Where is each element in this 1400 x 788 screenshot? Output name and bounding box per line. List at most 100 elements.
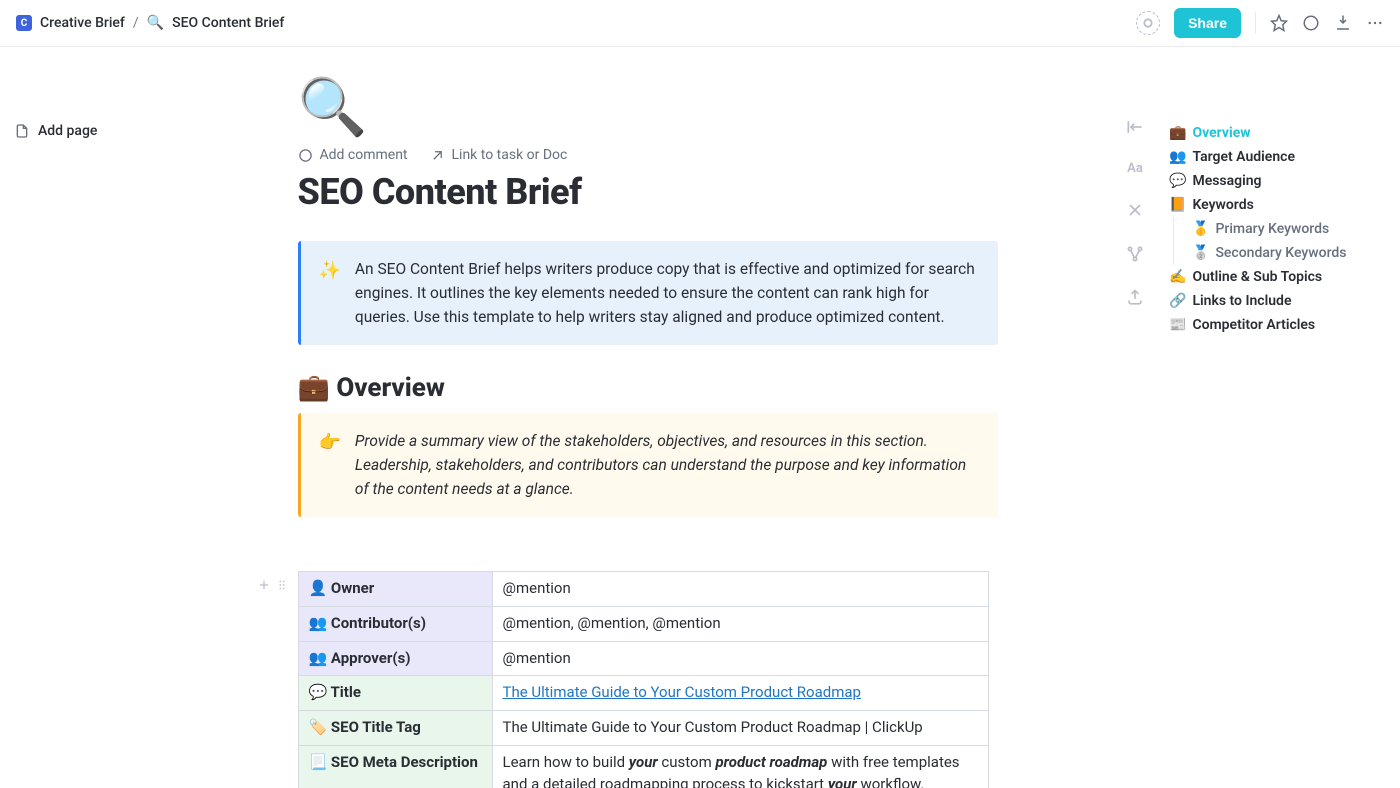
add-comment-label: Add comment	[320, 147, 408, 163]
chain-icon: 🔗	[1169, 293, 1186, 309]
page-title[interactable]: SEO Content Brief	[298, 171, 998, 213]
writing-icon: ✍️	[1169, 269, 1186, 285]
add-comment-button[interactable]: Add comment	[298, 147, 408, 163]
network-icon[interactable]	[1125, 244, 1145, 264]
add-block-icon[interactable]	[256, 577, 272, 593]
outline-label: Messaging	[1192, 173, 1261, 189]
link-icon	[430, 148, 445, 163]
seometa-emph: your	[629, 753, 658, 771]
people-icon: 👥	[1169, 149, 1186, 165]
callout-intro[interactable]: ✨ An SEO Content Brief helps writers pro…	[298, 241, 998, 345]
add-page-label: Add page	[38, 123, 97, 139]
breadcrumb-parent[interactable]: Creative Brief	[40, 15, 125, 31]
table-row: 💬 Title The Ultimate Guide to Your Custo…	[298, 676, 988, 711]
gold-medal-icon: 🥇	[1192, 221, 1209, 237]
outline-panel: 💼 Overview 👥 Target Audience 💬 Messaging…	[1155, 47, 1400, 788]
table-row: 👤 Owner @mention	[298, 572, 988, 607]
table-row: 📃 SEO Meta Description Learn how to buil…	[298, 745, 988, 788]
outline-label: Competitor Articles	[1192, 317, 1315, 333]
seometa-text: Learn how to build	[503, 753, 629, 771]
cell-approver-label[interactable]: 👥 Approver(s)	[298, 641, 492, 676]
outline-item-links[interactable]: 🔗 Links to Include	[1169, 289, 1390, 313]
breadcrumb: C Creative Brief / 🔍 SEO Content Brief	[16, 15, 284, 31]
add-page-button[interactable]: Add page	[14, 123, 168, 139]
outline-label: Outline & Sub Topics	[1192, 269, 1322, 285]
cell-contrib-label[interactable]: 👥 Contributor(s)	[298, 606, 492, 641]
comment-icon	[298, 148, 313, 163]
outline-item-primary-keywords[interactable]: 🥇 Primary Keywords	[1192, 217, 1390, 241]
outline-item-target-audience[interactable]: 👥 Target Audience	[1169, 145, 1390, 169]
outline-item-keywords[interactable]: 📙 Keywords	[1169, 193, 1390, 217]
outline-label: Target Audience	[1192, 149, 1295, 165]
cell-owner-value[interactable]: @mention	[492, 572, 988, 607]
more-icon[interactable]	[1366, 14, 1384, 32]
cell-seotag-value[interactable]: The Ultimate Guide to Your Custom Produc…	[492, 711, 988, 746]
table-block: 👤 Owner @mention 👥 Contributor(s) @menti…	[298, 571, 998, 788]
cell-title-value[interactable]: The Ultimate Guide to Your Custom Produc…	[492, 676, 988, 711]
seometa-emph: your	[828, 775, 857, 788]
outline-label: Keywords	[1192, 197, 1253, 213]
topbar-actions: Share	[1136, 8, 1384, 38]
silver-medal-icon: 🥈	[1192, 245, 1209, 261]
collapse-icon[interactable]	[1125, 117, 1145, 137]
cell-contrib-value[interactable]: @mention, @mention, @mention	[492, 606, 988, 641]
page-meta-row: Add comment Link to task or Doc	[298, 147, 998, 163]
link-task-label: Link to task or Doc	[452, 147, 568, 163]
outline-label: Overview	[1192, 125, 1250, 141]
comments-icon[interactable]	[1302, 14, 1320, 32]
speech-icon: 💬	[1169, 173, 1186, 189]
title-link[interactable]: The Ultimate Guide to Your Custom Produc…	[503, 683, 861, 701]
heading-overview[interactable]: 💼 Overview	[298, 373, 998, 403]
callout-overview[interactable]: 👉 Provide a summary view of the stakehol…	[298, 413, 998, 517]
status-icon[interactable]	[1136, 11, 1160, 35]
breadcrumb-current[interactable]: SEO Content Brief	[172, 15, 284, 31]
ai-icon[interactable]	[1125, 200, 1145, 220]
sidebar: Add page	[0, 47, 180, 788]
newspaper-icon: 📰	[1169, 317, 1186, 333]
link-task-button[interactable]: Link to task or Doc	[430, 147, 568, 163]
cell-title-label[interactable]: 💬 Title	[298, 676, 492, 711]
breadcrumb-icon: 🔍	[147, 15, 164, 31]
favorite-icon[interactable]	[1270, 14, 1288, 32]
outline-sublist: 🥇 Primary Keywords 🥈 Secondary Keywords	[1173, 217, 1390, 265]
sparkles-icon: ✨	[319, 257, 341, 329]
table-row: 👥 Approver(s) @mention	[298, 641, 988, 676]
overview-table[interactable]: 👤 Owner @mention 👥 Contributor(s) @menti…	[298, 571, 989, 788]
outline-item-overview[interactable]: 💼 Overview	[1169, 121, 1390, 145]
seometa-emph: product roadmap	[715, 753, 827, 771]
typography-button[interactable]: Aa	[1127, 161, 1143, 176]
download-icon[interactable]	[1334, 14, 1352, 32]
cell-approver-value[interactable]: @mention	[492, 641, 988, 676]
table-row: 🏷️ SEO Title Tag The Ultimate Guide to Y…	[298, 711, 988, 746]
breadcrumb-separator: /	[133, 15, 139, 31]
cell-owner-label[interactable]: 👤 Owner	[298, 572, 492, 607]
cell-seometa-label[interactable]: 📃 SEO Meta Description	[298, 745, 492, 788]
cell-seometa-value[interactable]: Learn how to build your custom product r…	[492, 745, 988, 788]
outline-label: Secondary Keywords	[1215, 245, 1346, 261]
page-emoji[interactable]: 🔍	[298, 79, 998, 135]
outline-item-messaging[interactable]: 💬 Messaging	[1169, 169, 1390, 193]
drag-handle-icon[interactable]	[274, 577, 290, 593]
callout-overview-text: Provide a summary view of the stakeholde…	[355, 429, 980, 501]
book-icon: 📙	[1169, 197, 1186, 213]
page-plus-icon	[14, 123, 30, 139]
table-row: 👥 Contributor(s) @mention, @mention, @me…	[298, 606, 988, 641]
callout-intro-text: An SEO Content Brief helps writers produ…	[355, 257, 980, 329]
workspace-icon[interactable]: C	[16, 15, 32, 31]
divider	[1255, 12, 1256, 34]
block-handles	[256, 577, 290, 593]
cell-seotag-label[interactable]: 🏷️ SEO Title Tag	[298, 711, 492, 746]
topbar: C Creative Brief / 🔍 SEO Content Brief S…	[0, 0, 1400, 47]
briefcase-icon: 💼	[1169, 125, 1186, 141]
share-button[interactable]: Share	[1174, 8, 1241, 38]
outline-label: Links to Include	[1192, 293, 1291, 309]
main: 🔍 Add comment Link to task or Doc SEO Co…	[180, 47, 1155, 788]
document: 🔍 Add comment Link to task or Doc SEO Co…	[298, 79, 998, 788]
outline-item-outline-subtopics[interactable]: ✍️ Outline & Sub Topics	[1169, 265, 1390, 289]
outline-item-secondary-keywords[interactable]: 🥈 Secondary Keywords	[1192, 241, 1390, 265]
export-icon[interactable]	[1125, 288, 1145, 308]
seometa-text: workflow.	[857, 775, 925, 788]
point-right-icon: 👉	[319, 429, 341, 501]
outline-label: Primary Keywords	[1215, 221, 1329, 237]
outline-item-competitors[interactable]: 📰 Competitor Articles	[1169, 313, 1390, 337]
